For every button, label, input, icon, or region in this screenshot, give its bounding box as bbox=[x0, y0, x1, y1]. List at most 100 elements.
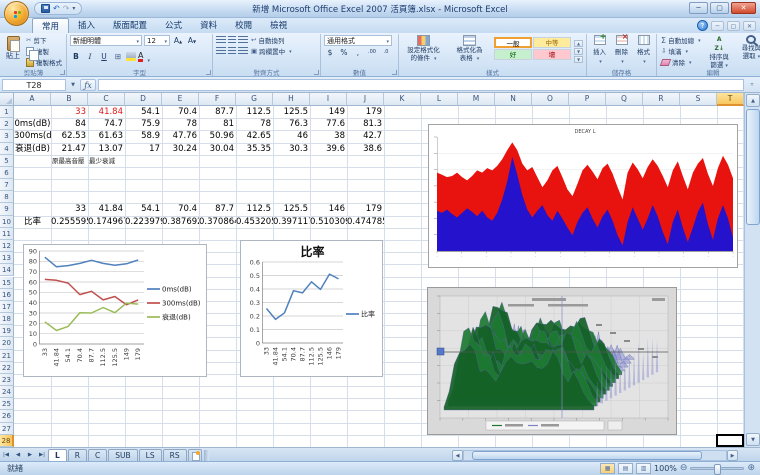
cell-H10[interactable]: 0.397117 bbox=[273, 216, 310, 228]
next-sheet-button[interactable]: ▶ bbox=[24, 450, 36, 461]
format-cells-button[interactable]: 格式 bbox=[634, 35, 653, 68]
bold-button[interactable]: B bbox=[70, 51, 82, 62]
row-header-10[interactable]: 10 bbox=[0, 216, 14, 228]
cell-B10[interactable]: 0.255595 bbox=[51, 216, 88, 228]
prev-sheet-button[interactable]: ◀ bbox=[12, 450, 24, 461]
cell-H9[interactable]: 125.5 bbox=[273, 203, 310, 215]
column-header-O[interactable]: O bbox=[532, 93, 569, 106]
cell-B4[interactable]: 21.47 bbox=[51, 143, 88, 155]
column-header-G[interactable]: G bbox=[236, 93, 273, 106]
font-color-arrow[interactable] bbox=[145, 47, 150, 66]
horizontal-scroll-track[interactable] bbox=[463, 450, 727, 461]
cell-J2[interactable]: 81.3 bbox=[347, 118, 384, 130]
copy-button[interactable]: 複製 bbox=[25, 46, 63, 56]
cell-I2[interactable]: 77.6 bbox=[310, 118, 347, 130]
number-format-select[interactable]: 通用格式 bbox=[324, 35, 392, 46]
view-page-break-button[interactable]: ▥ bbox=[636, 463, 651, 474]
cell-B3[interactable]: 62.53 bbox=[51, 130, 88, 142]
cell-I10[interactable]: 0.510309 bbox=[310, 216, 347, 228]
row-header-12[interactable]: 12 bbox=[0, 240, 14, 252]
name-box[interactable]: T28 bbox=[2, 79, 66, 91]
column-header-T[interactable]: T bbox=[717, 93, 744, 106]
row-header-21[interactable]: 21 bbox=[0, 350, 14, 362]
close-button[interactable]: ✕ bbox=[731, 2, 756, 14]
autosum-button[interactable]: 自動加總 bbox=[660, 35, 702, 45]
column-header-M[interactable]: M bbox=[458, 93, 495, 106]
cell-F1[interactable]: 87.7 bbox=[199, 106, 236, 118]
row-header-13[interactable]: 13 bbox=[0, 252, 14, 264]
cell-B5[interactable]: 原最高音壓 bbox=[51, 155, 88, 167]
ribbon-tab-插入[interactable]: 插入 bbox=[69, 18, 104, 33]
ribbon-tab-檢視[interactable]: 檢視 bbox=[261, 18, 296, 33]
row-header-11[interactable]: 11 bbox=[0, 228, 14, 240]
increase-decimal-button[interactable]: .00 bbox=[366, 47, 378, 58]
office-button[interactable] bbox=[4, 1, 29, 26]
borders-button[interactable] bbox=[112, 51, 124, 62]
cell-E9[interactable]: 70.4 bbox=[162, 203, 199, 215]
row-header-22[interactable]: 22 bbox=[0, 362, 14, 374]
sheet-tab-L[interactable]: L bbox=[48, 449, 67, 461]
row-header-19[interactable]: 19 bbox=[0, 325, 14, 337]
align-bottom-icon[interactable] bbox=[238, 36, 248, 44]
horizontal-scroll-thumb[interactable] bbox=[472, 451, 702, 460]
cell-E2[interactable]: 78 bbox=[162, 118, 199, 130]
currency-format-button[interactable]: $ bbox=[324, 47, 336, 58]
zoom-out-button[interactable]: ⊖ bbox=[680, 463, 688, 474]
gallery-down-button[interactable]: ▼ bbox=[574, 48, 583, 55]
insert-worksheet-tab[interactable] bbox=[188, 449, 202, 461]
cell-F10[interactable]: 0.370864 bbox=[199, 216, 236, 228]
alignment-dialog-launcher[interactable] bbox=[314, 70, 319, 75]
cell-I3[interactable]: 38 bbox=[310, 130, 347, 142]
cell-C10[interactable]: 0.174967 bbox=[88, 216, 125, 228]
row-header-6[interactable]: 6 bbox=[0, 167, 14, 179]
cell-C1[interactable]: 41.84 bbox=[88, 106, 125, 118]
row-header-9[interactable]: 9 bbox=[0, 203, 14, 215]
row-header-14[interactable]: 14 bbox=[0, 264, 14, 276]
workbook-minimize-button[interactable]: ─ bbox=[711, 21, 724, 31]
cell-J3[interactable]: 42.7 bbox=[347, 130, 384, 142]
row-header-18[interactable]: 18 bbox=[0, 313, 14, 325]
sheet-tab-LS[interactable]: LS bbox=[139, 449, 162, 461]
cell-A4[interactable]: 衰退(dB) bbox=[14, 143, 51, 155]
conditional-formatting-button[interactable]: 設定格式化 的條件 bbox=[402, 35, 445, 68]
row-header-27[interactable]: 27 bbox=[0, 423, 14, 435]
column-header-B[interactable]: B bbox=[51, 93, 88, 106]
cell-style-好[interactable]: 好 bbox=[494, 49, 532, 60]
ribbon-tab-常用[interactable]: 常用 bbox=[32, 18, 69, 33]
cell-B1[interactable]: 33 bbox=[51, 106, 88, 118]
column-header-H[interactable]: H bbox=[273, 93, 310, 106]
sheet-tab-SUB[interactable]: SUB bbox=[108, 449, 137, 461]
cell-J10[interactable]: 0.474785 bbox=[347, 216, 384, 228]
cell-G4[interactable]: 35.35 bbox=[236, 143, 273, 155]
font-color-button[interactable]: A bbox=[138, 52, 143, 62]
cell-G10[interactable]: 0.453205 bbox=[236, 216, 273, 228]
cell-B2[interactable]: 84 bbox=[51, 118, 88, 130]
align-center-icon[interactable] bbox=[228, 47, 236, 55]
active-cell-selection[interactable] bbox=[716, 434, 744, 447]
scroll-up-button[interactable]: ▲ bbox=[746, 94, 760, 107]
fill-color-button[interactable] bbox=[126, 52, 136, 61]
cell-G9[interactable]: 112.5 bbox=[236, 203, 273, 215]
paste-button[interactable]: 貼上 bbox=[4, 35, 22, 68]
grow-font-button[interactable]: A▲ bbox=[172, 35, 184, 46]
row-header-5[interactable]: 5 bbox=[0, 155, 14, 167]
row-header-17[interactable]: 17 bbox=[0, 301, 14, 313]
view-normal-button[interactable]: ▦ bbox=[600, 463, 615, 474]
ribbon-tab-公式[interactable]: 公式 bbox=[156, 18, 191, 33]
vertical-scrollbar[interactable]: ▲ ▼ bbox=[744, 93, 760, 447]
clipboard-dialog-launcher[interactable] bbox=[60, 70, 65, 75]
column-header-A[interactable]: A bbox=[14, 93, 51, 106]
cell-E4[interactable]: 30.24 bbox=[162, 143, 199, 155]
cell-C5[interactable]: 最少衰減 bbox=[88, 155, 125, 167]
sort-filter-button[interactable]: AZ↓ 排序與 篩選 bbox=[705, 35, 734, 68]
align-middle-icon[interactable] bbox=[228, 36, 236, 44]
cell-J9[interactable]: 179 bbox=[347, 203, 384, 215]
ribbon-tab-版面配置[interactable]: 版面配置 bbox=[104, 18, 156, 33]
cell-F9[interactable]: 87.7 bbox=[199, 203, 236, 215]
cell-E3[interactable]: 47.76 bbox=[162, 130, 199, 142]
scroll-right-button[interactable]: ▶ bbox=[727, 450, 738, 461]
waterfall-surface-chart[interactable] bbox=[427, 287, 677, 435]
cell-E10[interactable]: 0.387692 bbox=[162, 216, 199, 228]
column-header-Q[interactable]: Q bbox=[606, 93, 643, 106]
column-header-D[interactable]: D bbox=[125, 93, 162, 106]
